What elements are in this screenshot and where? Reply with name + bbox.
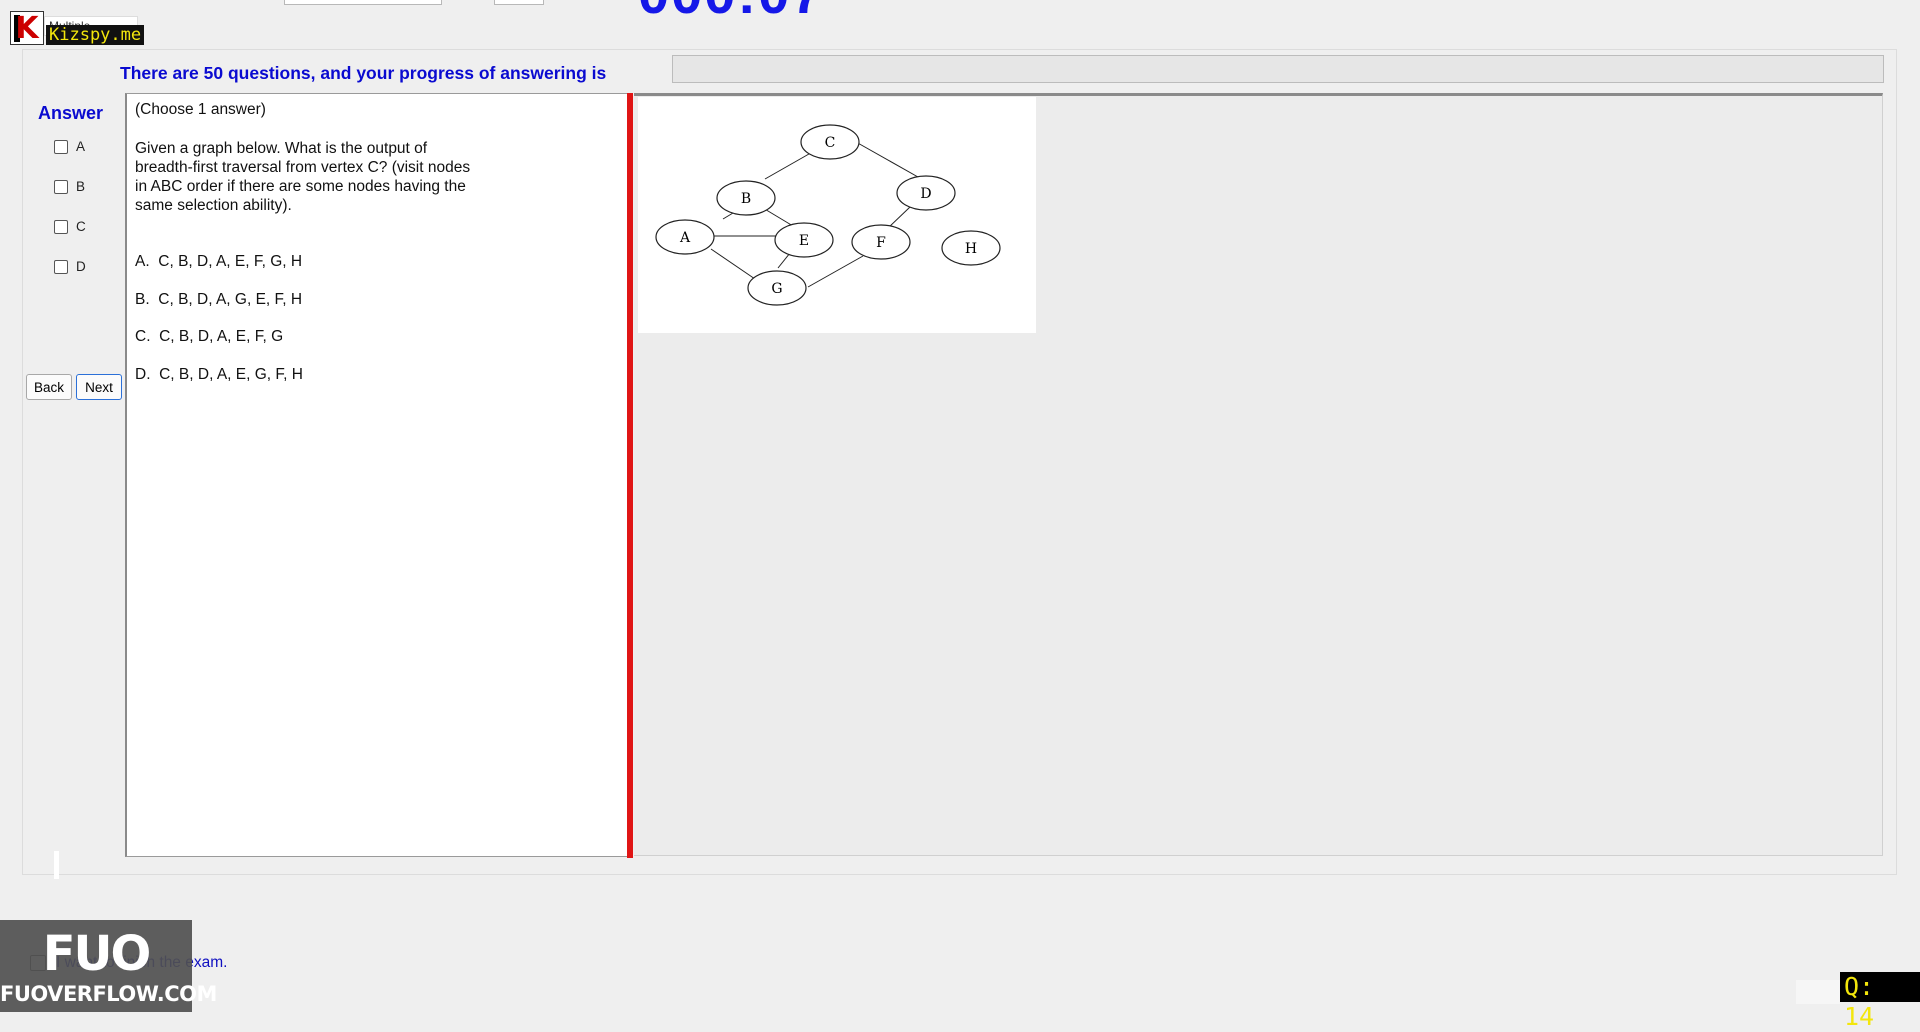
kizspy-watermark: Kizspy.me (46, 25, 145, 45)
option-label: C (76, 219, 86, 234)
splitter-divider[interactable] (627, 93, 633, 858)
kizspy-logo-icon: K (10, 11, 44, 46)
answer-option-c[interactable]: C (54, 219, 86, 234)
back-button[interactable]: Back (26, 374, 72, 400)
graph-edge-c-d (855, 141, 919, 178)
answer-option-b[interactable]: B (54, 179, 85, 194)
option-label: D (76, 259, 86, 274)
progress-label: There are 50 questions, and your progres… (120, 63, 607, 83)
graph-node-d: D (920, 186, 931, 202)
graph-edge-b-e (762, 207, 794, 227)
question-instruction: (Choose 1 answer) (135, 101, 266, 118)
graph-node-g: G (771, 281, 782, 297)
option-label: A (76, 139, 86, 154)
question-text: Given a graph below. What is the output … (135, 140, 471, 214)
question-answer-c: C. C, B, D, A, E, F, G (135, 328, 284, 345)
checkbox[interactable] (54, 259, 68, 274)
resize-handle[interactable] (54, 851, 59, 879)
question-answer-a: A. C, B, D, A, E, F, G, H (135, 253, 303, 270)
graph-edge-e-g (777, 252, 791, 269)
answer-title: Answer (38, 103, 104, 123)
fuo-logo-text: FUO (42, 926, 152, 982)
progress-bar (672, 55, 1884, 83)
graph-node-h: H (965, 241, 977, 257)
timer: 000:07 (638, 0, 824, 22)
graph-edge-a-g (710, 248, 756, 280)
counter-background (1796, 980, 1840, 1004)
fuoverflow-watermark: FUO FUOVERFLOW.COM (0, 920, 217, 1012)
checkbox[interactable] (54, 179, 68, 194)
next-button[interactable]: Next (76, 374, 122, 400)
answer-option-d[interactable]: D (54, 259, 86, 274)
checkbox[interactable] (54, 219, 68, 234)
graph-node-a: A (679, 230, 691, 246)
question-counter: Q: 14 (1840, 972, 1920, 1031)
top-dropdown[interactable] (284, 0, 442, 5)
question-answer-d: D. C, B, D, A, E, G, F, H (135, 366, 303, 383)
fuoverflow-text: FUOVERFLOW.COM (0, 982, 217, 1006)
checkbox[interactable] (54, 139, 68, 154)
question-answer-b: B. C, B, D, A, G, E, F, H (135, 291, 303, 308)
top-small-input[interactable] (494, 0, 544, 5)
graph-node-b: B (741, 191, 751, 207)
answer-option-a[interactable]: A (54, 139, 85, 154)
option-label: B (76, 179, 86, 194)
graph-edge-d-f (887, 206, 911, 229)
graph-edge-f-g (807, 255, 864, 288)
graph-node-e: E (799, 233, 809, 249)
graph-node-f: F (876, 235, 886, 251)
question-graph-image: C B D A E F H G (638, 97, 1036, 333)
graph-node-c: C (825, 135, 836, 151)
